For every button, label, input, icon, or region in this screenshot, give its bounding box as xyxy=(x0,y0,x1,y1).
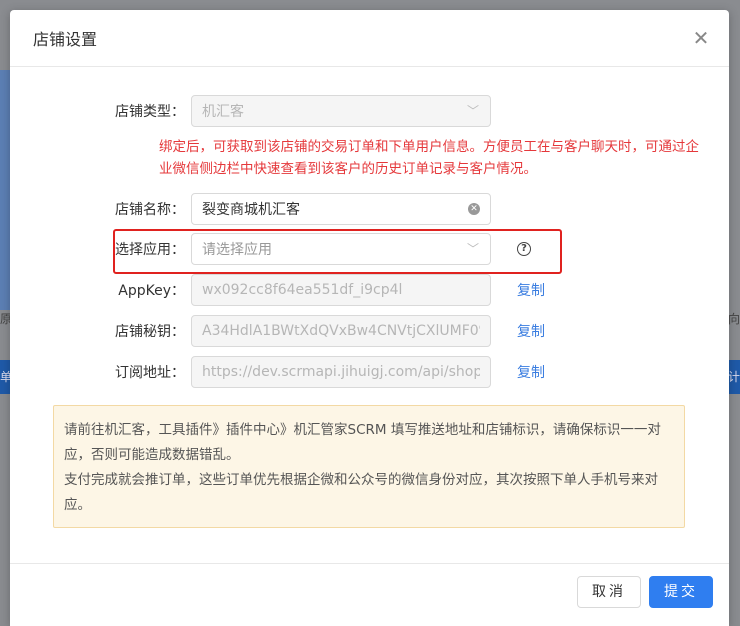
question-circle-icon[interactable]: ? xyxy=(517,242,531,256)
shop-type-select[interactable]: 机汇客 ﹀ xyxy=(191,95,491,127)
subscribe-url-label: 订阅地址： xyxy=(115,365,185,381)
dialog-header: 店铺设置 xyxy=(10,10,729,67)
copy-appkey-button[interactable]: 复制 xyxy=(517,280,545,300)
notice-line-2: 支付完成就会推订单，这些订单优先根据企微和公众号的微信身份对应，其次按照下单人手… xyxy=(64,472,658,513)
shop-secret-row: 店铺秘钥： A34HdlA1BWtXdQVxBw4CNVtjCXlUMF0%2F… xyxy=(10,315,729,347)
subscribe-url-row: 订阅地址： https://dev.scrmapi.jihuigj.com/ap… xyxy=(10,356,729,388)
shop-secret-input[interactable]: A34HdlA1BWtXdQVxBw4CNVtjCXlUMF0%2F xyxy=(191,315,491,347)
dialog-title: 店铺设置 xyxy=(33,30,98,49)
chevron-down-icon: ﹀ xyxy=(466,104,479,118)
clear-icon[interactable]: ✕ xyxy=(468,203,480,215)
bind-description: 绑定后，可获取到该店铺的交易订单和下单用户信息。方便员工在与客户聊天时，可通过企… xyxy=(159,139,699,177)
select-app-placeholder: 请选择应用 xyxy=(202,242,272,258)
shop-type-label: 店铺类型： xyxy=(115,104,185,120)
shop-settings-dialog: 店铺设置 ✕ 店铺类型： 机汇客 ﹀ 绑定后，可获取到该店铺的交易订单和下单用户… xyxy=(10,10,729,626)
notice-line-1: 请前往机汇客，工具插件》插件中心》机汇管家SCRM 填写推送地址和店铺标识，请确… xyxy=(64,422,661,463)
appkey-input[interactable]: wx092cc8f64ea551df_i9cp4l xyxy=(191,274,491,306)
subscribe-url-input[interactable]: https://dev.scrmapi.jihuigj.com/api/shop… xyxy=(191,356,491,388)
notice-box: 请前往机汇客，工具插件》插件中心》机汇管家SCRM 填写推送地址和店铺标识，请确… xyxy=(53,405,685,528)
select-app-row: 选择应用： 请选择应用 ﹀ ? xyxy=(10,233,729,265)
select-app-label: 选择应用： xyxy=(115,242,185,258)
appkey-label: AppKey： xyxy=(118,283,185,299)
shop-name-row: 店铺名称： 裂变商城机汇客 ✕ xyxy=(10,193,729,225)
shop-name-value: 裂变商城机汇客 xyxy=(202,202,300,218)
subscribe-url-value: https://dev.scrmapi.jihuigj.com/api/shop… xyxy=(202,364,480,380)
submit-button[interactable]: 提交 xyxy=(649,576,713,608)
copy-url-button[interactable]: 复制 xyxy=(517,362,545,382)
chevron-down-icon: ﹀ xyxy=(466,242,479,256)
appkey-value: wx092cc8f64ea551df_i9cp4l xyxy=(202,282,403,298)
shop-secret-value: A34HdlA1BWtXdQVxBw4CNVtjCXlUMF0%2F xyxy=(202,323,480,339)
copy-secret-button[interactable]: 复制 xyxy=(517,321,545,341)
shop-secret-label: 店铺秘钥： xyxy=(115,324,185,340)
shop-name-label: 店铺名称： xyxy=(115,202,185,218)
background-button-right: 计 xyxy=(728,360,740,394)
close-icon[interactable]: ✕ xyxy=(691,28,711,48)
shop-type-value: 机汇客 xyxy=(202,104,244,120)
background-text-right: 向 xyxy=(727,312,740,326)
dialog-footer: 取消 提交 xyxy=(10,563,729,626)
shop-name-input[interactable]: 裂变商城机汇客 ✕ xyxy=(191,193,491,225)
appkey-row: AppKey： wx092cc8f64ea551df_i9cp4l 复制 xyxy=(10,274,729,306)
select-app-dropdown[interactable]: 请选择应用 ﹀ xyxy=(191,233,491,265)
shop-type-row: 店铺类型： 机汇客 ﹀ xyxy=(10,95,729,127)
cancel-button[interactable]: 取消 xyxy=(577,576,641,608)
